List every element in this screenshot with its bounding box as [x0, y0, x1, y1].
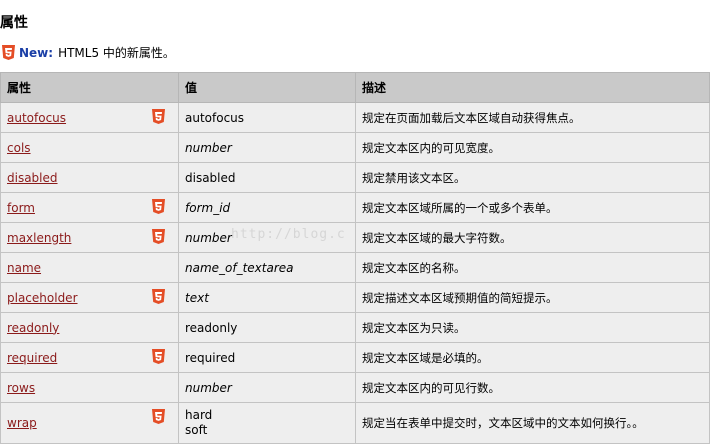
- attribute-link[interactable]: readonly: [7, 321, 59, 335]
- description-cell: 规定文本区域所属的一个或多个表单。: [355, 192, 710, 223]
- html5-icon: [152, 409, 165, 427]
- table-row: disabled disabled 规定禁用该文本区。: [0, 162, 710, 193]
- value-text: disabled: [185, 170, 236, 185]
- table-row: autofocus autofocus 规定在页面加载后文本区域自动获得焦点。: [0, 102, 710, 133]
- attribute-cell: maxlength: [0, 222, 179, 253]
- value-text: required: [185, 350, 236, 365]
- value-cell: disabled: [178, 162, 356, 193]
- table-row: name name_of_textarea 规定文本区的名称。: [0, 252, 710, 283]
- html5-icon: [152, 349, 165, 367]
- description-cell: 规定文本区内的可见行数。: [355, 372, 710, 403]
- attribute-link[interactable]: wrap: [7, 416, 37, 430]
- watermark: http://blog.c: [231, 227, 346, 242]
- description-cell: 规定在页面加载后文本区域自动获得焦点。: [355, 102, 710, 133]
- attribute-link[interactable]: rows: [7, 381, 35, 395]
- value-text: name_of_textarea: [185, 260, 294, 275]
- description-cell: 规定描述文本区域预期值的简短提示。: [355, 282, 710, 313]
- value-text: text: [185, 290, 209, 305]
- attribute-cell: rows: [0, 372, 179, 403]
- attribute-link[interactable]: form: [7, 201, 35, 215]
- table-row: cols number 规定文本区内的可见宽度。: [0, 132, 710, 163]
- table-row: placeholder text 规定描述文本区域预期值的简短提示。: [0, 282, 710, 313]
- table-header-row: 属性 值 描述: [0, 72, 710, 103]
- attribute-cell: cols: [0, 132, 179, 163]
- attribute-link[interactable]: disabled: [7, 171, 58, 185]
- attribute-cell: form: [0, 192, 179, 223]
- table-row: maxlength number 规定文本区域的最大字符数。: [0, 222, 710, 253]
- value-cell: hard soft: [178, 402, 356, 444]
- table-row: readonly readonly 规定文本区为只读。: [0, 312, 710, 343]
- attributes-table: 属性 值 描述 autofocus autofocus 规定在页面加载后文本区域自动…: [0, 72, 710, 444]
- html5-icon: [152, 229, 165, 247]
- new-notice-text: HTML5 中的新属性。: [58, 46, 175, 60]
- value-cell: autofocus: [178, 102, 356, 133]
- html5-icon: [152, 289, 165, 307]
- value-line: soft: [185, 423, 208, 437]
- description-cell: 规定禁用该文本区。: [355, 162, 710, 193]
- value-text: form_id: [185, 200, 231, 215]
- value-text: number: [185, 230, 232, 245]
- table-row: form form_id 规定文本区域所属的一个或多个表单。: [0, 192, 710, 223]
- attribute-link[interactable]: placeholder: [7, 291, 78, 305]
- value-cell: required: [178, 342, 356, 373]
- attribute-link[interactable]: name: [7, 261, 41, 275]
- header-value: 值: [178, 72, 356, 103]
- description-cell: 规定文本区的名称。: [355, 252, 710, 283]
- attribute-cell: wrap: [0, 402, 179, 444]
- attribute-link[interactable]: maxlength: [7, 231, 71, 245]
- html5-icon: [2, 45, 15, 60]
- value-text: number: [185, 380, 232, 395]
- description-cell: 规定文本区内的可见宽度。: [355, 132, 710, 163]
- attribute-cell: placeholder: [0, 282, 179, 313]
- value-cell: text: [178, 282, 356, 313]
- value-cell: name_of_textarea: [178, 252, 356, 283]
- value-text: number: [185, 140, 232, 155]
- table-row: wrap hard soft 规定当在表单中提交时，文本区域中的文本如何换行。。: [0, 402, 710, 444]
- value-cell: form_id: [178, 192, 356, 223]
- attribute-link[interactable]: autofocus: [7, 111, 66, 125]
- value-cell: number: [178, 372, 356, 403]
- value-cell: readonly: [178, 312, 356, 343]
- value-text: readonly: [185, 320, 238, 335]
- description-cell: 规定文本区域的最大字符数。: [355, 222, 710, 253]
- header-description: 描述: [355, 72, 710, 103]
- attribute-cell: name: [0, 252, 179, 283]
- attribute-link[interactable]: required: [7, 351, 57, 365]
- value-text: autofocus: [185, 110, 245, 125]
- value-line: hard: [185, 408, 213, 422]
- attribute-cell: required: [0, 342, 179, 373]
- html5-icon: [152, 199, 165, 217]
- new-label: New:: [19, 45, 54, 60]
- attribute-cell: disabled: [0, 162, 179, 193]
- attribute-cell: readonly: [0, 312, 179, 343]
- html5-new-notice: New: HTML5 中的新属性。: [2, 44, 175, 61]
- table-row: required required 规定文本区域是必填的。: [0, 342, 710, 373]
- section-heading: 属性: [0, 15, 28, 31]
- table-row: rows number 规定文本区内的可见行数。: [0, 372, 710, 403]
- value-cell: number: [178, 132, 356, 163]
- description-cell: 规定当在表单中提交时，文本区域中的文本如何换行。。: [355, 402, 710, 444]
- description-cell: 规定文本区域是必填的。: [355, 342, 710, 373]
- attribute-link[interactable]: cols: [7, 141, 31, 155]
- description-cell: 规定文本区为只读。: [355, 312, 710, 343]
- header-attribute: 属性: [0, 72, 179, 103]
- attribute-cell: autofocus: [0, 102, 179, 133]
- html5-icon: [152, 109, 165, 127]
